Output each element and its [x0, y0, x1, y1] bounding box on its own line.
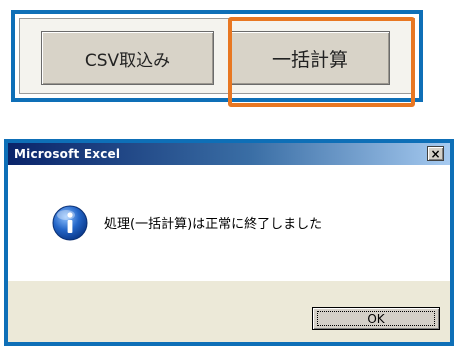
close-icon: ×	[430, 146, 441, 161]
toolbar-panel: CSV取込み 一括計算	[11, 10, 423, 107]
csv-import-button[interactable]: CSV取込み	[41, 31, 214, 85]
close-button[interactable]: ×	[427, 146, 444, 161]
dialog-title: Microsoft Excel	[14, 147, 121, 161]
dialog-footer: OK	[8, 281, 450, 342]
dialog-titlebar: Microsoft Excel ×	[8, 143, 450, 165]
dialog-body: 処理(一括計算)は正常に終了しました	[8, 165, 450, 281]
message-dialog: Microsoft Excel × 処理(一括計算)は正常に終了しました OK	[4, 139, 454, 346]
info-icon	[52, 205, 88, 241]
ok-button[interactable]: OK	[312, 307, 440, 330]
dialog-message: 処理(一括計算)は正常に終了しました	[104, 217, 323, 232]
batch-calc-button[interactable]: 一括計算	[230, 31, 390, 85]
screenshot-stage: CSV取込み 一括計算 Microsoft Excel × 処理(一括計算)は正…	[0, 0, 459, 350]
ok-button-label: OK	[367, 311, 385, 326]
toolbar-inner: CSV取込み 一括計算	[19, 18, 415, 94]
